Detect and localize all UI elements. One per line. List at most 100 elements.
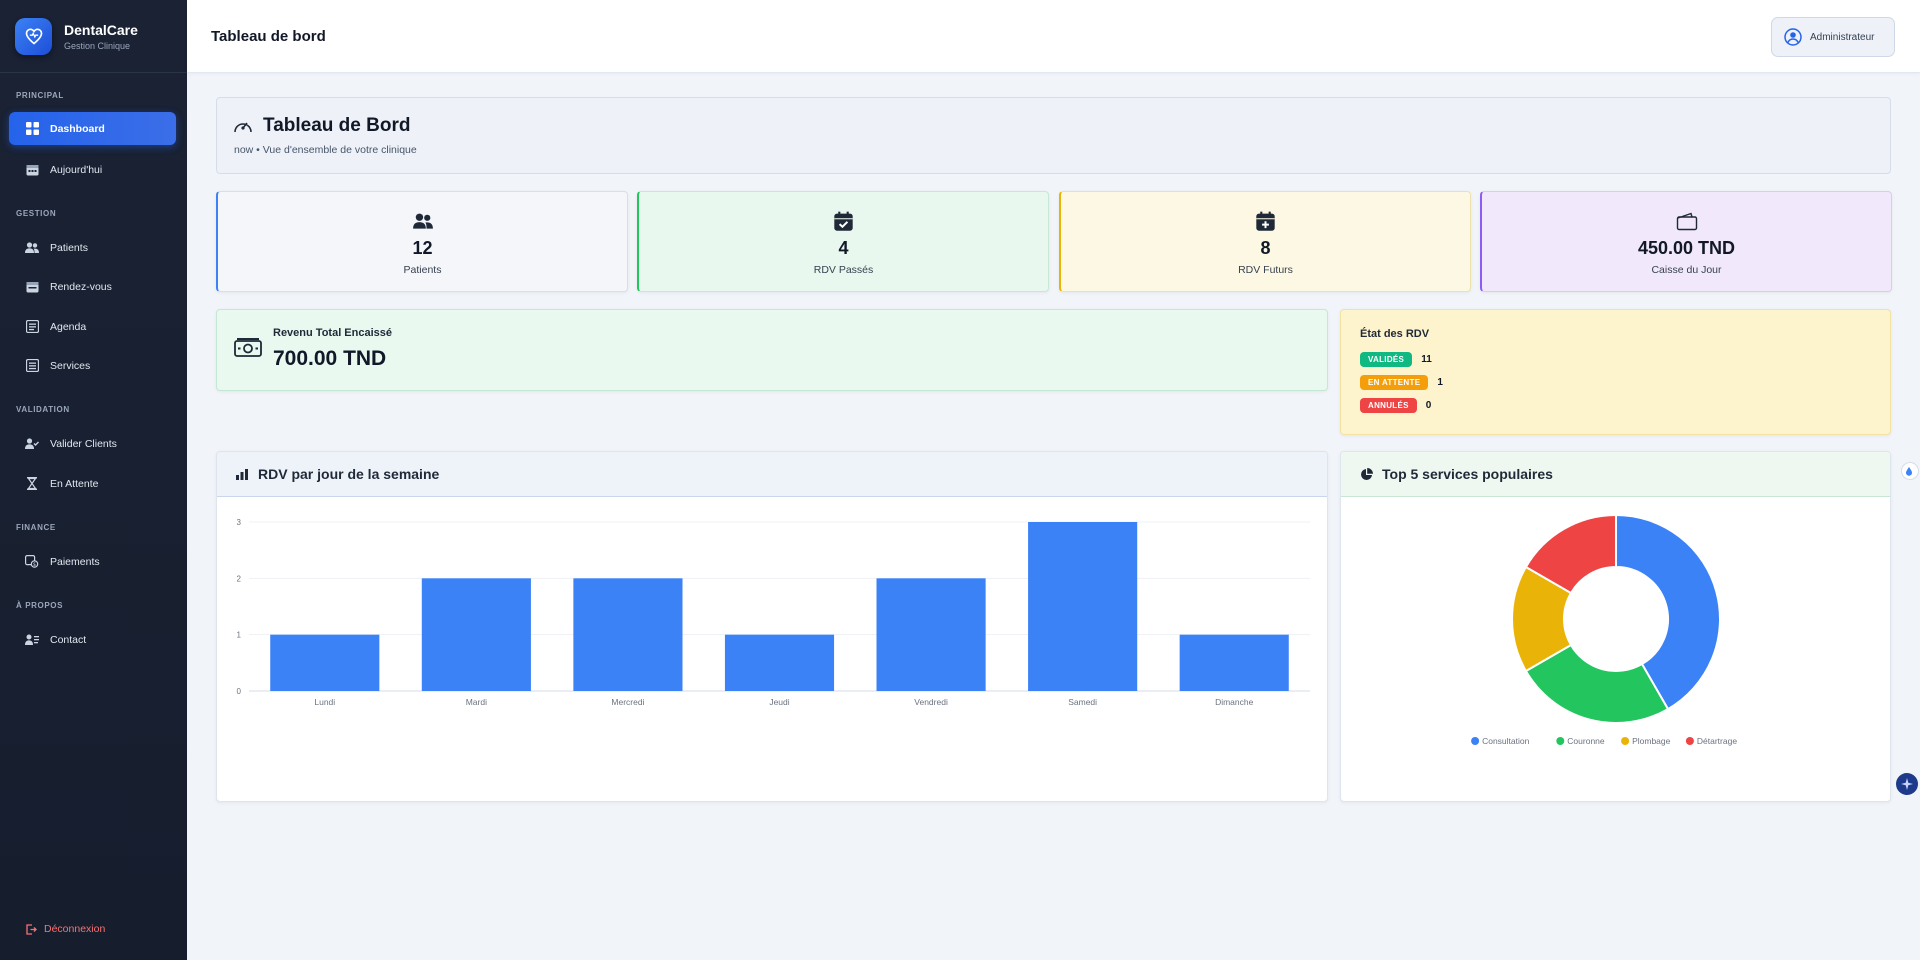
section-label-about: À PROPOS <box>16 601 64 610</box>
revenue-card: Revenu Total Encaissé 700.00 TND <box>216 309 1328 391</box>
sidebar-item-pending[interactable]: En Attente <box>9 467 176 500</box>
wallet-icon <box>1676 210 1698 232</box>
stat-value: 12 <box>412 238 433 258</box>
logout-button[interactable]: Déconnexion <box>24 922 105 936</box>
section-label-validation: VALIDATION <box>16 405 70 414</box>
sidebar-item-contact[interactable]: Contact <box>9 623 176 656</box>
status-count: 0 <box>1425 400 1432 411</box>
stat-label: Caisse du Jour <box>1651 264 1722 276</box>
x-tick-label: Vendredi <box>914 697 948 707</box>
pie-chart-icon <box>1359 467 1373 481</box>
sidebar-item-label: Valider Clients <box>50 437 117 450</box>
section-label-gestion: GESTION <box>16 209 57 218</box>
legend-swatch <box>1685 737 1694 745</box>
list-icon <box>25 320 39 334</box>
svg-text:$: $ <box>33 562 36 568</box>
bar <box>876 578 986 691</box>
section-label-finance: FINANCE <box>16 523 56 532</box>
bar <box>724 634 835 691</box>
calendar-plus-icon <box>1255 210 1277 232</box>
appointment-status-card: État des RDV VALIDÉS 11 EN ATTENTE 1 ANN… <box>1340 309 1891 435</box>
x-tick-label: Mercredi <box>611 697 644 707</box>
x-tick-label: Lundi <box>314 697 335 707</box>
bar <box>1179 634 1289 691</box>
calendar-icon <box>25 163 39 177</box>
cash-icon <box>234 337 262 359</box>
sidebar-item-validate-clients[interactable]: Valider Clients <box>9 427 176 460</box>
legend-label: Plombage <box>1632 736 1671 746</box>
stat-label: RDV Passés <box>813 264 874 276</box>
logout-label: Déconnexion <box>44 923 106 935</box>
pie-chart-title: Top 5 services populaires <box>1382 466 1553 482</box>
section-label-principal: PRINCIPAL <box>16 91 64 100</box>
sidebar-item-label: Services <box>50 359 91 372</box>
bar <box>421 578 531 691</box>
sidebar-item-label: En Attente <box>50 477 99 490</box>
status-badge: EN ATTENTE <box>1360 375 1429 390</box>
sidebar-item-dashboard[interactable]: Dashboard <box>9 112 176 145</box>
user-check-icon <box>25 437 39 451</box>
stat-label: RDV Futurs <box>1238 264 1293 276</box>
bar-chart: 0 1 2 3 Lundi Mardi Mercredi Jeudi Vendredi Samed… <box>237 518 1310 707</box>
brand-subtitle: Gestion Clinique <box>64 40 131 51</box>
bar <box>1028 522 1138 691</box>
legend-label: Couronne <box>1567 736 1605 746</box>
stat-card-daily-cash[interactable]: 450.00 TND Caisse du Jour <box>1480 191 1892 292</box>
sidebar-item-appointments[interactable]: Rendez-vous <box>9 270 176 303</box>
stat-card-future-appointments[interactable]: 8 RDV Futurs <box>1059 191 1471 292</box>
status-row-validated: VALIDÉS 11 <box>1360 352 1432 367</box>
y-tick-label: 3 <box>237 518 242 527</box>
dashboard-title: Tableau de Bord <box>263 115 411 136</box>
dashboard-subtitle: now • Vue d'ensemble de votre clinique <box>234 144 417 156</box>
list-icon <box>25 359 39 373</box>
topbar: Tableau de bord Administrateur <box>187 0 1920 73</box>
calendar-check-icon <box>833 210 855 232</box>
users-icon <box>412 210 434 232</box>
status-row-cancelled: ANNULÉS 0 <box>1360 398 1431 413</box>
tooth-heart-icon <box>15 17 52 55</box>
pie-chart-panel: Top 5 services populaires Consultation Co… <box>1340 451 1891 802</box>
bar <box>573 578 683 691</box>
brand-name: DentalCare <box>64 21 138 38</box>
hourglass-icon <box>25 477 39 491</box>
status-title: État des RDV <box>1360 328 1430 340</box>
sidebar-item-label: Contact <box>50 633 87 646</box>
brand[interactable]: DentalCare Gestion Clinique <box>0 0 187 73</box>
sidebar-item-payments[interactable]: $ Paiements <box>9 545 176 578</box>
logout-icon <box>24 922 38 936</box>
sidebar-item-patients[interactable]: Patients <box>9 231 176 264</box>
stat-label: Patients <box>403 264 442 276</box>
grid-icon <box>25 122 39 136</box>
drop-icon[interactable] <box>1901 462 1919 480</box>
sidebar-item-label: Rendez-vous <box>50 280 112 293</box>
user-circle-icon <box>1784 28 1802 46</box>
status-row-pending: EN ATTENTE 1 <box>1360 375 1443 390</box>
status-count: 11 <box>1421 354 1432 365</box>
x-tick-label: Jeudi <box>769 697 789 707</box>
revenue-value: 700.00 TND <box>273 347 387 370</box>
gauge-icon <box>233 116 253 136</box>
user-menu-button[interactable]: Administrateur <box>1771 17 1895 57</box>
status-badge: ANNULÉS <box>1360 398 1417 413</box>
sparkle-icon[interactable] <box>1896 773 1918 795</box>
bar-chart-panel: RDV par jour de la semaine 0 1 2 3 Lundi Mard… <box>216 451 1328 802</box>
sidebar-item-services[interactable]: Services <box>9 349 176 382</box>
stat-card-past-appointments[interactable]: 4 RDV Passés <box>637 191 1049 292</box>
pie-chart: Consultation Couronne Plombage Détartrage <box>1471 513 1737 746</box>
legend-label: Détartrage <box>1697 736 1737 746</box>
status-count: 1 <box>1437 377 1443 388</box>
sidebar-item-label: Aujourd'hui <box>50 163 103 176</box>
sidebar-item-today[interactable]: Aujourd'hui <box>9 153 176 186</box>
stat-card-patients[interactable]: 12 Patients <box>216 191 628 292</box>
sidebar-item-label: Dashboard <box>50 122 105 135</box>
y-tick-label: 0 <box>237 687 242 696</box>
contact-icon <box>25 633 39 647</box>
bar-chart-title: RDV par jour de la semaine <box>258 466 440 482</box>
sidebar: DentalCare Gestion Clinique PRINCIPAL Da… <box>0 0 187 960</box>
x-tick-label: Dimanche <box>1215 697 1254 707</box>
legend-swatch <box>1556 737 1565 745</box>
legend-swatch <box>1621 737 1630 745</box>
bar-chart-icon <box>235 467 249 481</box>
x-tick-label: Samedi <box>1068 697 1097 707</box>
sidebar-item-agenda[interactable]: Agenda <box>9 310 176 343</box>
